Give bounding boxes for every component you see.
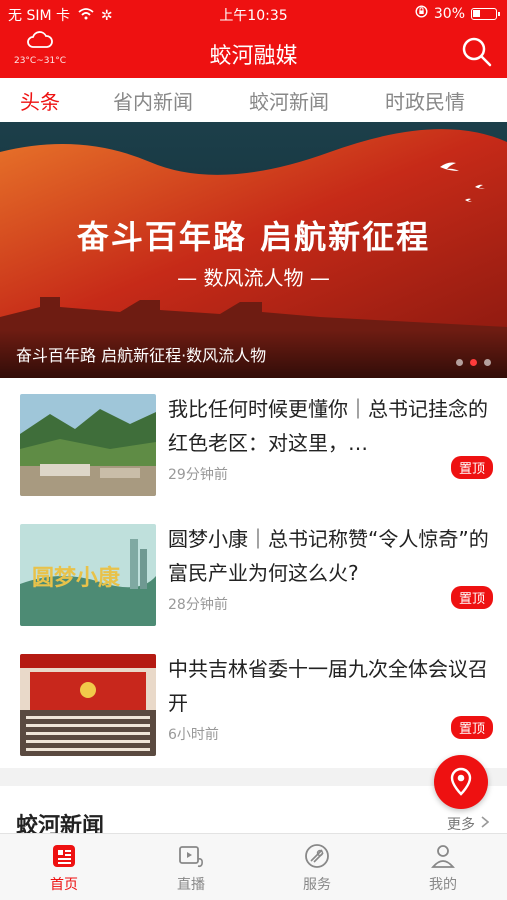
news-headline: 我比任何时候更懂你｜总书记挂念的红色老区：对这里，… xyxy=(168,397,488,455)
header: 23°C~31°C 蛟河融媒 xyxy=(0,28,507,78)
battery-percent: 30% xyxy=(433,5,465,22)
news-thumbnail: 圆梦小康 xyxy=(20,524,156,626)
banner-caption: 奋斗百年路 启航新征程·数风流人物 xyxy=(16,346,267,365)
live-video-icon xyxy=(151,842,231,870)
profile-icon xyxy=(403,842,483,870)
tab-provincial-news[interactable]: 省内新闻 xyxy=(113,86,193,115)
section-divider xyxy=(0,768,507,786)
carousel-dot-active[interactable] xyxy=(470,359,477,366)
banner-title: 奋斗百年路 启航新征程 xyxy=(76,218,431,256)
status-bar: 无 SIM 卡 ✲ 上午10:35 30% xyxy=(0,0,507,28)
thumbnail-caption: 圆梦小康 xyxy=(32,565,121,591)
news-thumbnail xyxy=(20,654,156,756)
tabbar-label: 服务 xyxy=(303,877,331,893)
location-pin-icon xyxy=(434,767,488,813)
tab-politics[interactable]: 时政民情 xyxy=(385,86,465,115)
news-item[interactable]: 我比任何时候更懂你｜总书记挂念的红色老区：对这里，… 29分钟前 置顶 xyxy=(0,380,507,510)
news-time: 6小时前 xyxy=(168,727,219,743)
more-label: 更多 xyxy=(447,817,475,833)
carousel-dot[interactable] xyxy=(456,359,463,366)
tab-headlines[interactable]: 头条 xyxy=(20,86,60,115)
section-header: 蛟河新闻 更多 xyxy=(0,786,507,839)
pinned-badge: 置顶 xyxy=(450,716,493,739)
tabbar-item-profile[interactable]: 我的 xyxy=(403,842,483,894)
banner-carousel[interactable]: 奋斗百年路 启航新征程 — 数风流人物 — 奋斗百年路 启航新征程·数风流人物 xyxy=(0,122,507,378)
rotation-lock-icon xyxy=(415,5,428,22)
news-headline: 中共吉林省委十一届九次全体会议召开 xyxy=(168,657,488,715)
search-button[interactable] xyxy=(461,36,493,68)
tabbar-item-home[interactable]: 首页 xyxy=(24,842,104,894)
tab-jiaohe-news[interactable]: 蛟河新闻 xyxy=(249,86,329,115)
tabbar-item-live[interactable]: 直播 xyxy=(151,842,231,894)
bottom-tab-bar: 首页 直播 服务 我的 xyxy=(0,833,507,900)
tabbar-label: 我的 xyxy=(429,877,457,893)
tabbar-label: 首页 xyxy=(50,877,78,893)
news-thumbnail xyxy=(20,394,156,496)
chevron-right-icon xyxy=(481,816,490,832)
battery-icon xyxy=(471,7,500,20)
app-title: 蛟河融媒 xyxy=(209,44,298,69)
more-link[interactable]: 更多 xyxy=(447,814,490,834)
news-time: 29分钟前 xyxy=(168,467,228,483)
tabbar-item-service[interactable]: 服务 xyxy=(277,842,357,894)
location-float-button[interactable] xyxy=(434,755,488,809)
news-item[interactable]: 中共吉林省委十一届九次全体会议召开 6小时前 置顶 xyxy=(0,640,507,770)
news-headline: 圆梦小康｜总书记称赞“令人惊奇”的富民产业为何这么火? xyxy=(168,527,489,585)
category-tabs: 头条 省内新闻 蛟河新闻 时政民情 xyxy=(0,78,507,122)
news-item[interactable]: 圆梦小康 圆梦小康｜总书记称赞“令人惊奇”的富民产业为何这么火? 28分钟前 置… xyxy=(0,510,507,640)
home-news-icon xyxy=(24,842,104,870)
pinned-badge: 置顶 xyxy=(450,456,493,479)
search-icon xyxy=(461,37,493,72)
banner-subtitle: — 数风流人物 — xyxy=(177,266,330,290)
carousel-dot[interactable] xyxy=(484,359,491,366)
tabbar-label: 直播 xyxy=(177,877,205,893)
carousel-indicator xyxy=(456,359,491,366)
pinned-badge: 置顶 xyxy=(450,586,493,609)
service-icon xyxy=(277,842,357,870)
news-time: 28分钟前 xyxy=(168,597,228,613)
